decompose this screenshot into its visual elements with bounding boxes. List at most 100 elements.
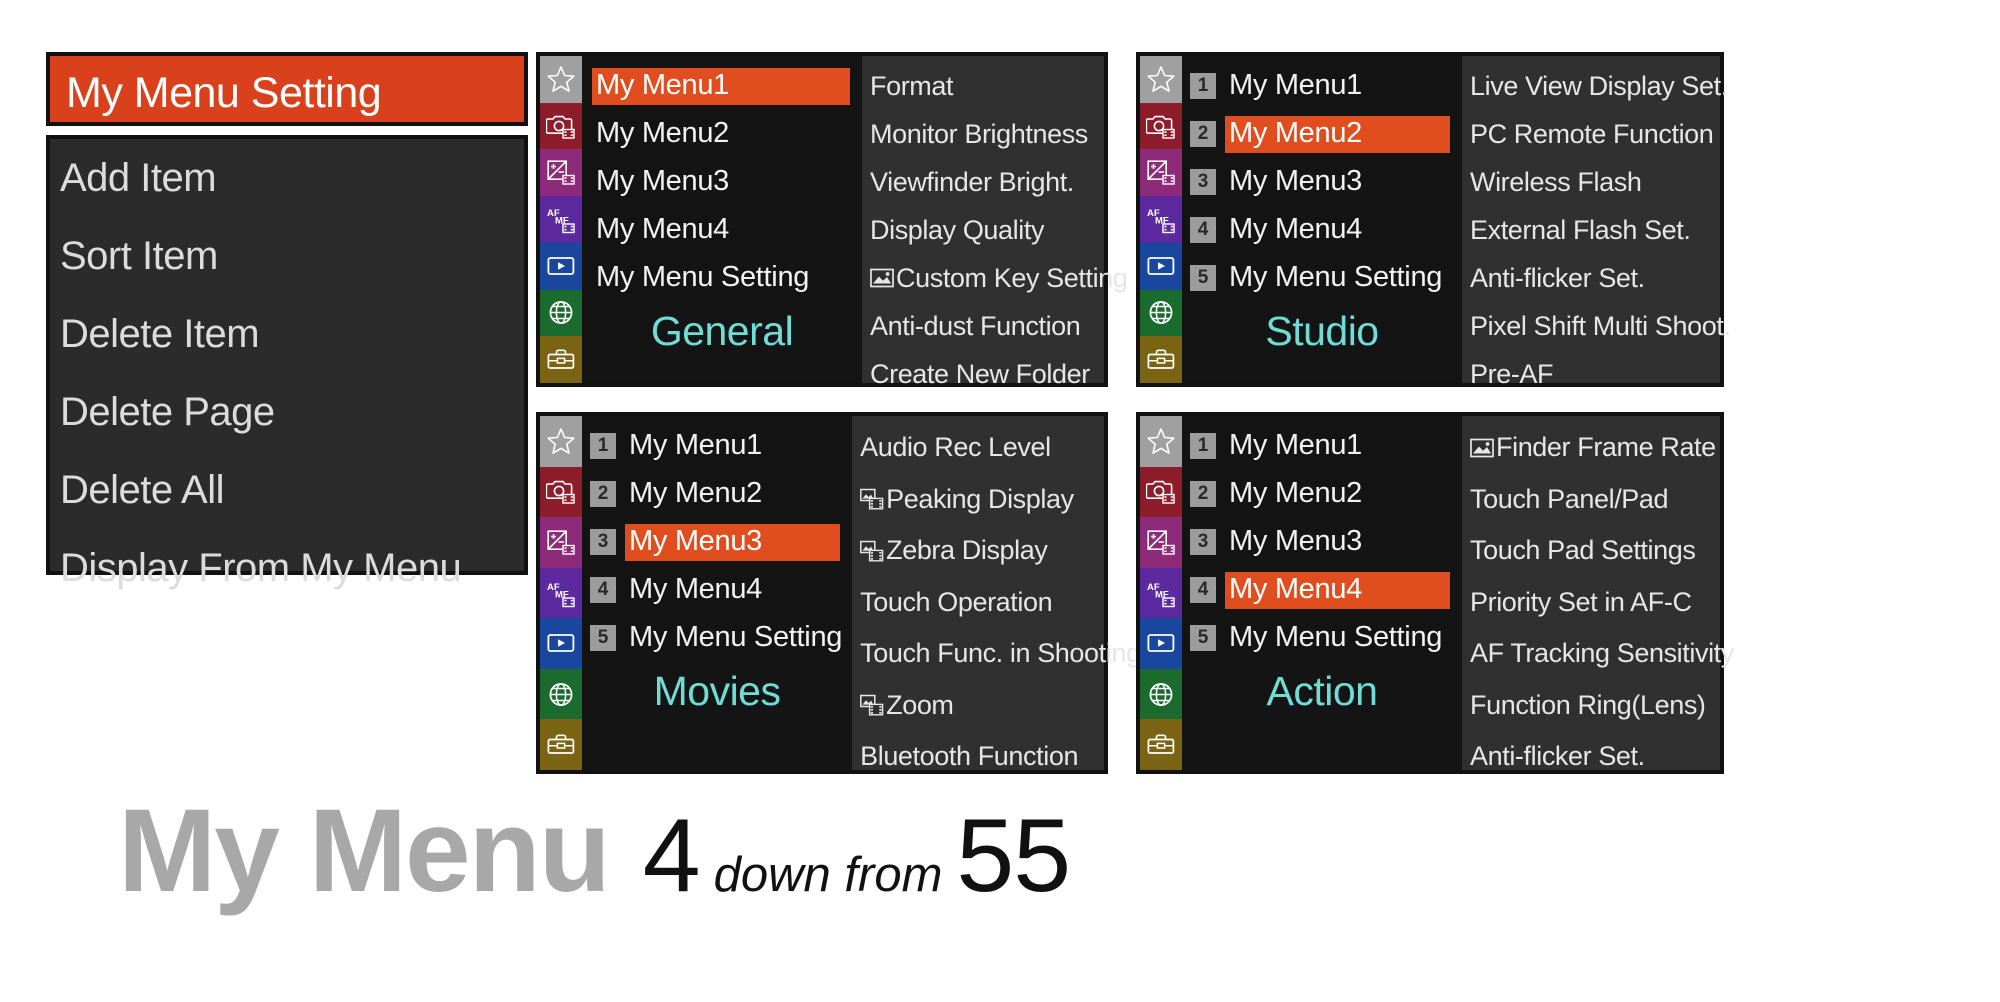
my-menu-page-row[interactable]: 1 My Menu1 (1182, 422, 1462, 470)
camera-film-icon (546, 477, 576, 506)
tab-focus[interactable]: AF MF (1140, 196, 1182, 243)
registered-item-row[interactable]: Finder Frame Rate (1470, 422, 1720, 474)
tab-shooting[interactable] (1140, 102, 1182, 150)
toolbox-icon (1146, 730, 1176, 759)
tab-setup[interactable] (540, 336, 582, 384)
my-menu-page-row[interactable]: 4 My Menu4 (582, 566, 852, 614)
tab-network[interactable] (540, 668, 582, 720)
registered-item-row[interactable]: Create New Folder (870, 350, 1104, 398)
tab-my-menu-star[interactable] (1140, 56, 1182, 103)
my-menu-page-row[interactable]: My Menu Setting (582, 254, 862, 302)
tab-network[interactable] (1140, 289, 1182, 337)
registered-item-row[interactable]: External Flash Set. (1470, 206, 1720, 254)
tab-exposure[interactable] (540, 149, 582, 197)
tab-setup[interactable] (540, 719, 582, 771)
toolbox-icon (546, 345, 576, 374)
my-menu-setting-item[interactable]: Delete All (60, 465, 524, 515)
tab-rail: AF MF (1140, 56, 1182, 384)
my-menu-setting-item[interactable]: Delete Item (60, 309, 524, 359)
registered-item-row[interactable]: Zoom (860, 680, 1104, 732)
tab-focus[interactable]: AF MF (540, 567, 582, 619)
my-menu-page-row[interactable]: 2 My Menu2 (1182, 470, 1462, 518)
caption-middle-text: down from (713, 848, 943, 902)
tab-shooting[interactable] (540, 466, 582, 518)
star-icon (546, 427, 576, 456)
tab-network[interactable] (1140, 668, 1182, 720)
my-menu-page-row[interactable]: 5 My Menu Setting (1182, 254, 1462, 302)
my-menu-page-row[interactable]: 5 My Menu Setting (1182, 614, 1462, 662)
registered-item-row[interactable]: Touch Pad Settings (1470, 525, 1720, 577)
registered-item-row[interactable]: Pre-AF (1470, 350, 1720, 398)
registered-item-row[interactable]: Pixel Shift Multi Shoot. (1470, 302, 1731, 350)
registered-item-label: Wireless Flash (1470, 166, 1642, 197)
registered-item-row[interactable]: Priority Set in AF-C (1470, 577, 1720, 629)
tab-playback[interactable] (540, 242, 582, 290)
exposure-film-icon (546, 528, 576, 557)
my-menu-page-row[interactable]: My Menu1 (582, 62, 862, 110)
tab-exposure[interactable] (1140, 517, 1182, 568)
my-menu-setting-item[interactable]: Display From My Menu (60, 543, 524, 593)
my-menu-page-row[interactable]: 4 My Menu4 (1182, 566, 1462, 614)
registered-item-row[interactable]: Anti-dust Function (870, 302, 1104, 350)
my-menu-page-row[interactable]: 1 My Menu1 (582, 422, 852, 470)
registered-item-row[interactable]: Zebra Display (860, 525, 1104, 577)
my-menu-setting-item[interactable]: Sort Item (60, 231, 524, 281)
my-menu-page-row[interactable]: My Menu2 (582, 110, 862, 158)
registered-item-row[interactable]: Audio Rec Level (860, 422, 1104, 474)
registered-item-row[interactable]: Custom Key Setting (870, 254, 1128, 302)
my-menu-page-row[interactable]: My Menu4 (582, 206, 862, 254)
my-menu-page-row[interactable]: 2 My Menu2 (582, 470, 852, 518)
tab-playback[interactable] (1140, 242, 1182, 290)
registered-item-label: Anti-flicker Set. (1470, 262, 1645, 293)
tab-setup[interactable] (1140, 336, 1182, 384)
registered-item-row[interactable]: Viewfinder Bright. (870, 158, 1104, 206)
tab-playback[interactable] (1140, 618, 1182, 669)
tab-my-menu-star[interactable] (540, 416, 582, 467)
registered-item-label: Finder Frame Rate (1496, 432, 1716, 463)
playback-icon (546, 252, 576, 281)
registered-item-row[interactable]: Monitor Brightness (870, 110, 1104, 158)
registered-item-label: Touch Panel/Pad (1470, 483, 1669, 514)
registered-item-row[interactable]: Anti-flicker Set. (1470, 731, 1720, 783)
tab-setup[interactable] (1140, 719, 1182, 771)
tab-exposure[interactable] (540, 517, 582, 568)
tab-playback[interactable] (540, 618, 582, 669)
registered-item-row[interactable]: Touch Func. in Shooting (860, 628, 1141, 680)
tab-exposure[interactable] (1140, 149, 1182, 197)
tab-shooting[interactable] (1140, 466, 1182, 518)
my-menu-page-row[interactable]: 3 My Menu3 (1182, 518, 1462, 566)
registered-item-row[interactable]: Display Quality (870, 206, 1104, 254)
page-number-badge: 2 (590, 481, 616, 507)
registered-item-row[interactable]: Function Ring(Lens) (1470, 680, 1720, 732)
registered-item-row[interactable]: Touch Panel/Pad (1470, 474, 1720, 526)
tab-my-menu-star[interactable] (540, 56, 582, 103)
registered-item-row[interactable]: Anti-flicker Set. (1470, 254, 1720, 302)
tab-focus[interactable]: AF MF (1140, 567, 1182, 619)
registered-item-row[interactable]: Touch Operation (860, 577, 1104, 629)
registered-item-row[interactable]: Live View Display Set. (1470, 62, 1728, 110)
my-menu-page-row[interactable]: 1 My Menu1 (1182, 62, 1462, 110)
my-menu-setting-item[interactable]: Delete Page (60, 387, 524, 437)
registered-item-row[interactable]: Peaking Display (860, 474, 1104, 526)
my-menu-setting-item[interactable]: Add Item (60, 153, 524, 203)
playback-icon (1146, 252, 1176, 281)
tab-network[interactable] (540, 289, 582, 337)
my-menu-page-row[interactable]: 2 My Menu2 (1182, 110, 1462, 158)
registered-item-row[interactable]: AF Tracking Sensitivity (1470, 628, 1734, 680)
registered-item-row[interactable]: Wireless Flash (1470, 158, 1720, 206)
preset-category-label: Studio (1265, 308, 1379, 354)
my-menu-page-row[interactable]: 3 My Menu3 (582, 518, 852, 566)
my-menu-page-label: My Menu4 (1225, 571, 1450, 609)
registered-item-row[interactable]: Bluetooth Function (860, 731, 1104, 783)
my-menu-page-row[interactable]: 3 My Menu3 (1182, 158, 1462, 206)
tab-focus[interactable]: AF MF (540, 196, 582, 243)
globe-icon (546, 298, 576, 327)
my-menu-page-row[interactable]: My Menu3 (582, 158, 862, 206)
my-menu-page-row[interactable]: 4 My Menu4 (1182, 206, 1462, 254)
registered-item-row[interactable]: Format (870, 62, 1104, 110)
tab-my-menu-star[interactable] (1140, 416, 1182, 467)
my-menu-page-row[interactable]: 5 My Menu Setting (582, 614, 852, 662)
registered-item-label: Custom Key Setting (896, 262, 1128, 293)
registered-item-row[interactable]: PC Remote Function (1470, 110, 1720, 158)
tab-shooting[interactable] (540, 102, 582, 150)
